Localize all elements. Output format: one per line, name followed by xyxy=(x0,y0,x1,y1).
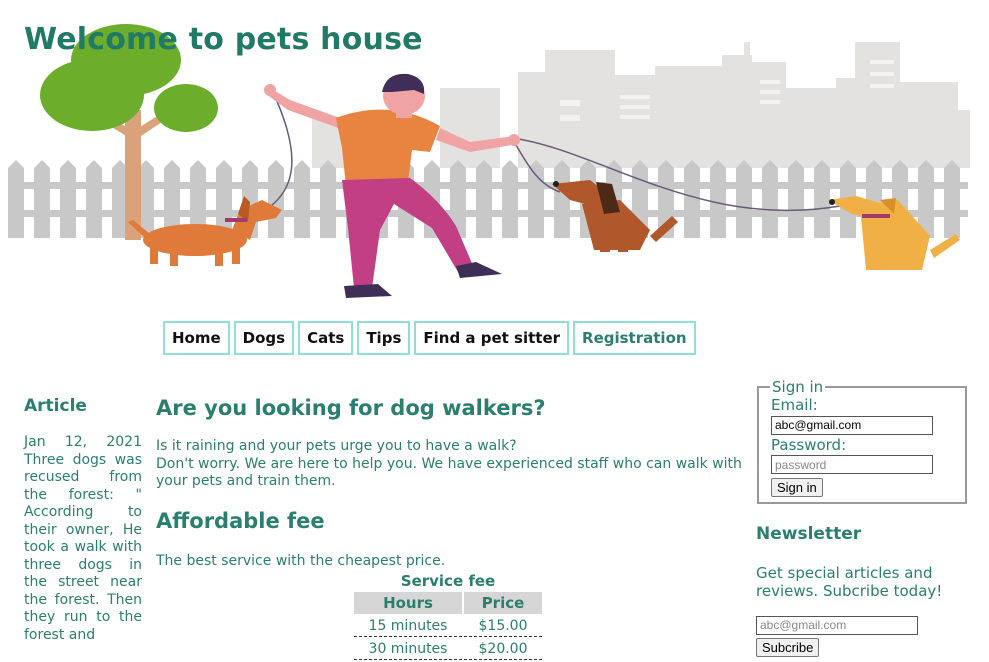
table-cell: $15.00 xyxy=(464,614,542,637)
newsletter-email-field[interactable] xyxy=(756,615,918,635)
fence-picket xyxy=(294,160,310,238)
fence-picket xyxy=(34,160,50,238)
nav-tips[interactable]: Tips xyxy=(357,321,411,355)
fence-picket xyxy=(736,160,752,238)
signin-button[interactable]: Sign in xyxy=(771,478,823,497)
table-cell: $20.00 xyxy=(464,637,542,660)
nav-cats[interactable]: Cats xyxy=(298,321,354,355)
column-header-hours: Hours xyxy=(354,592,462,614)
subscribe-button[interactable]: Subcribe xyxy=(756,637,820,657)
table-row: 15 minutes $15.00 xyxy=(354,614,542,637)
newsletter-section: Newsletter Get special articles and revi… xyxy=(756,524,981,657)
fence-picket xyxy=(554,160,570,238)
column-header-price: Price xyxy=(464,592,542,614)
nav-registration[interactable]: Registration xyxy=(573,321,696,355)
fence-picket xyxy=(944,160,960,238)
fence-picket xyxy=(710,160,726,238)
fence-picket xyxy=(320,160,336,238)
nav-find-pet-sitter[interactable]: Find a pet sitter xyxy=(414,321,570,355)
signin-form: Sign in Email: Password: Sign in xyxy=(757,378,967,504)
fence-picket xyxy=(762,160,778,238)
nav-dogs[interactable]: Dogs xyxy=(233,321,295,355)
service-fee-table: Service fee Hours Price 15 minutes $15.0… xyxy=(352,572,544,660)
password-label: Password: xyxy=(771,435,847,454)
fence-picket xyxy=(60,160,76,238)
nav-home[interactable]: Home xyxy=(163,321,230,355)
site-title: Welcome to pets house xyxy=(24,22,423,57)
fence-picket xyxy=(476,160,492,238)
table-caption: Service fee xyxy=(400,572,496,590)
fence-picket xyxy=(528,160,544,238)
email-label: Email: xyxy=(771,396,818,414)
fence-picket xyxy=(814,160,830,238)
fee-description: The best service with the cheapest price… xyxy=(156,552,446,569)
article-text: Jan 12, 2021 Three dogs was recused from… xyxy=(24,434,142,643)
affordable-fee-heading: Affordable fee xyxy=(156,508,325,533)
intro-line-2: Don't worry. We are here to help you. We… xyxy=(156,455,742,490)
fence-picket xyxy=(8,160,24,238)
signin-legend: Sign in xyxy=(772,378,824,396)
dog-walkers-heading: Are you looking for dog walkers? xyxy=(156,396,546,420)
email-field[interactable] xyxy=(771,415,933,435)
main-nav: Home Dogs Cats Tips Find a pet sitter Re… xyxy=(163,321,696,355)
article-sidebar: Article Jan 12, 2021 Three dogs was recu… xyxy=(24,396,142,644)
intro-line-1: Is it raining and your pets urge you to … xyxy=(156,438,517,454)
fence-picket xyxy=(684,160,700,238)
fence-picket xyxy=(86,160,102,238)
newsletter-heading: Newsletter xyxy=(756,524,862,544)
fence-picket xyxy=(268,160,284,238)
fence-picket xyxy=(502,160,518,238)
main-content: Are you looking for dog walkers? Is it r… xyxy=(156,396,746,570)
table-row: 30 minutes $20.00 xyxy=(354,637,542,660)
table-cell: 15 minutes xyxy=(354,614,462,637)
table-cell: 30 minutes xyxy=(354,637,462,660)
password-field[interactable] xyxy=(771,455,933,474)
fence-picket xyxy=(788,160,804,238)
newsletter-text: Get special articles and reviews. Subcri… xyxy=(756,564,943,600)
article-heading: Article xyxy=(24,396,87,416)
